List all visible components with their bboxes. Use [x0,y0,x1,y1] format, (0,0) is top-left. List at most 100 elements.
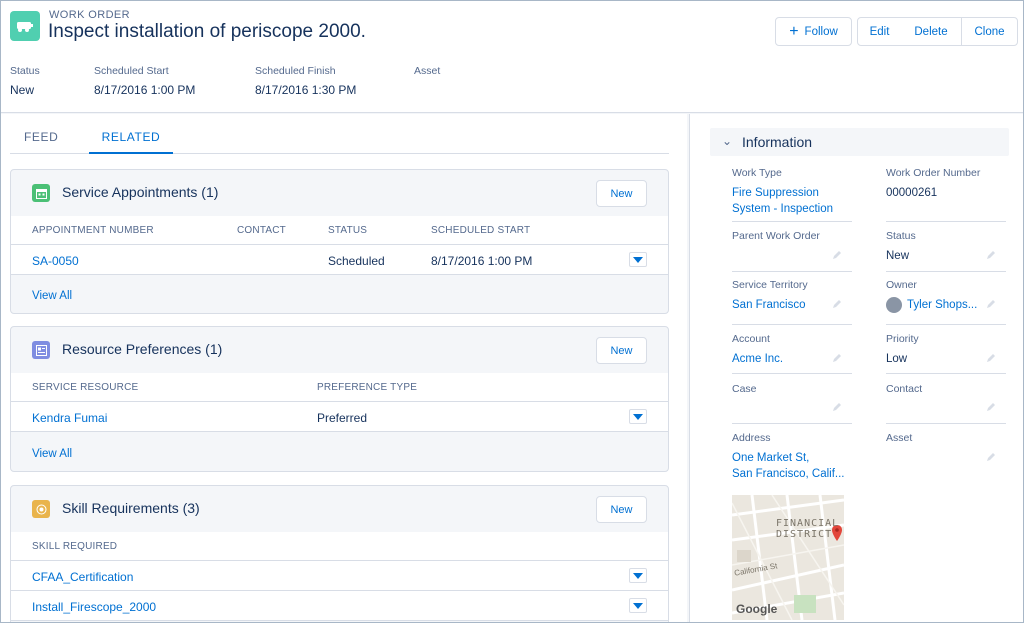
field-label: Account [732,333,770,345]
skill-link[interactable]: CFAA_Certification [32,570,133,584]
page-title: Inspect installation of periscope 2000. [48,21,366,42]
pencil-icon[interactable] [832,402,842,412]
address-map[interactable]: FINANCIAL DISTRICT California St Google [732,495,844,620]
resource-icon [32,341,50,359]
service-appointments-card: Service Appointments (1) New APPOINTMENT… [10,169,669,314]
field-label: Contact [886,383,923,395]
pencil-icon[interactable] [832,353,842,363]
resource-preferences-table: SERVICE RESOURCE PREFERENCE TYPE Kendra … [11,373,668,432]
field-label: Work Order Number [886,167,981,179]
map-district-label: FINANCIAL DISTRICT [776,518,839,540]
map-district-line-1: FINANCIAL [776,518,840,529]
divider [732,221,852,222]
details-panel: ⌄ Information Work Type Fire Suppression… [689,114,1023,622]
skill-link[interactable]: Install_Firescope_2000 [32,600,156,614]
tab-related[interactable]: RELATED [89,130,173,154]
card-title[interactable]: Skill Requirements (3) [62,500,200,516]
chevron-down-icon [633,602,643,609]
highlight-label: Scheduled Start [94,65,169,77]
table-row: Install_Firescope_2000 [11,591,668,621]
tab-feed[interactable]: FEED [24,130,58,144]
table-row: SA-0050 Scheduled 8/17/2016 1:00 PM [11,245,668,275]
record-header: WORK ORDER Inspect installation of peris… [1,1,1023,113]
pencil-icon[interactable] [986,250,996,260]
skill-requirements-card: Skill Requirements (3) New SKILL REQUIRE… [10,485,669,622]
pencil-icon[interactable] [832,299,842,309]
field-label: Address [732,432,771,444]
delete-button[interactable]: Delete [901,17,962,46]
service-resource-link[interactable]: Kendra Fumai [32,411,107,425]
appointment-status: Scheduled [328,254,385,268]
change-owner-icon[interactable] [986,299,996,309]
table-header-row: SKILL REQUIRED [11,532,668,561]
row-actions-button[interactable] [629,568,647,583]
field-asset: Asset [886,432,1006,444]
column-header[interactable]: SKILL REQUIRED [32,541,117,552]
new-skill-requirement-button[interactable]: New [596,496,647,523]
preference-type: Preferred [317,411,368,425]
address-link[interactable]: One Market St, San Francisco, Calif... [732,450,852,482]
column-header[interactable]: CONTACT [237,225,286,236]
divider [886,324,1006,325]
appointment-number-link[interactable]: SA-0050 [32,254,79,268]
field-parent-work-order: Parent Work Order [732,230,852,242]
pencil-icon[interactable] [986,353,996,363]
table-row: Kendra Fumai Preferred [11,402,668,432]
appointment-start: 8/17/2016 1:00 PM [431,254,533,268]
object-type-label: WORK ORDER [49,9,130,21]
divider [732,271,852,272]
highlight-label: Asset [414,65,441,77]
card-title[interactable]: Service Appointments (1) [62,184,218,200]
card-header: Resource Preferences (1) New [11,327,668,373]
skill-icon [32,500,50,518]
pencil-icon[interactable] [986,452,996,462]
view-all-link[interactable]: View All [32,448,72,460]
pencil-icon[interactable] [986,402,996,412]
field-label: Case [732,383,757,395]
row-actions-button[interactable] [629,598,647,613]
view-all-link[interactable]: View All [32,290,72,302]
divider [732,423,852,424]
column-header[interactable]: SERVICE RESOURCE [32,382,138,393]
card-title[interactable]: Resource Preferences (1) [62,341,222,357]
work-type-link[interactable]: Fire Suppression System - Inspection [732,185,852,217]
information-section-header[interactable]: ⌄ Information [710,128,1009,156]
divider [886,271,1006,272]
related-panel: FEED RELATED Service Appointments (1) Ne… [1,114,687,622]
row-actions-button[interactable] [629,409,647,424]
table-row: CFAA_Certification [11,561,668,591]
google-logo: Google [736,602,778,616]
clone-button[interactable]: Clone [961,17,1018,46]
chevron-down-icon [633,256,643,263]
column-header[interactable]: PREFERENCE TYPE [317,382,417,393]
new-service-appointment-button[interactable]: New [596,180,647,207]
map-district-line-2: DISTRICT [776,529,833,540]
table-header-row: SERVICE RESOURCE PREFERENCE TYPE [11,373,668,402]
edit-button[interactable]: Edit [857,17,902,46]
address-line-2: San Francisco, Calif... [732,468,845,480]
field-work-order-number: Work Order Number 00000261 [886,167,1006,201]
row-actions-button[interactable] [629,252,647,267]
tab-bar: FEED RELATED [10,128,669,154]
highlight-value: New [10,83,35,97]
new-resource-preference-button[interactable]: New [596,337,647,364]
divider [732,324,852,325]
column-header[interactable]: APPOINTMENT NUMBER [32,225,154,236]
field-label: Service Territory [732,279,808,291]
appointments-table: APPOINTMENT NUMBER CONTACT STATUS SCHEDU… [11,216,668,275]
app-frame: WORK ORDER Inspect installation of peris… [0,0,1024,623]
field-case: Case [732,383,852,395]
field-contact: Contact [886,383,1006,395]
column-header[interactable]: STATUS [328,225,367,236]
column-header[interactable]: SCHEDULED START [431,225,530,236]
table-header-row: APPOINTMENT NUMBER CONTACT STATUS SCHEDU… [11,216,668,245]
follow-button[interactable]: + Follow [775,17,852,46]
owner-name: Tyler Shops... [907,299,978,312]
chevron-down-icon [633,413,643,420]
plus-icon: + [789,22,799,40]
follow-label: Follow [804,25,838,38]
pencil-icon[interactable] [832,250,842,260]
avatar [886,297,902,313]
field-label: Status [886,230,916,242]
highlight-value: 8/17/2016 1:30 PM [255,83,357,97]
